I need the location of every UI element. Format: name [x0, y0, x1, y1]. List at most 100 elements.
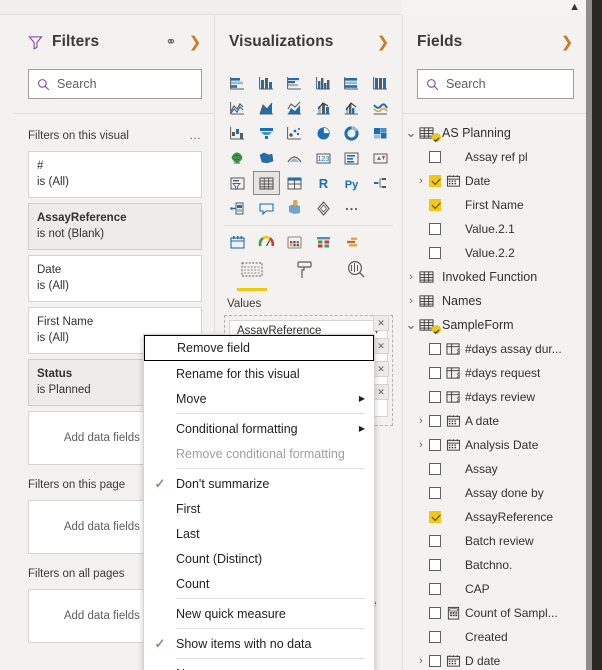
stacked-area-chart-icon[interactable]	[281, 96, 309, 120]
line-clustered-column-chart-icon[interactable]	[338, 96, 366, 120]
fields-field-row[interactable]: Count of Sampl...	[403, 601, 586, 625]
fields-field-row[interactable]: › Date	[403, 169, 586, 193]
close-icon[interactable]: ✕	[373, 338, 389, 354]
fields-field-row[interactable]: Value.2.1	[403, 217, 586, 241]
stacked-bar-chart-icon[interactable]	[224, 71, 252, 95]
menu-item[interactable]: ✓ Don't summarize	[144, 471, 374, 496]
fields-field-row[interactable]: Σ #days assay dur...	[403, 337, 586, 361]
menu-item[interactable]: ✓ Show items with no data	[144, 631, 374, 656]
menu-item[interactable]: First	[144, 496, 374, 521]
menu-item[interactable]: Last	[144, 521, 374, 546]
fields-field-row[interactable]: › D date	[403, 649, 586, 670]
line-stacked-column-chart-icon[interactable]	[310, 96, 338, 120]
tab-analytics[interactable]	[341, 260, 371, 291]
chevron-right-icon[interactable]: ›	[403, 265, 419, 289]
tab-fields[interactable]	[237, 260, 267, 291]
field-checkbox[interactable]	[429, 487, 441, 499]
map-icon[interactable]	[224, 146, 252, 170]
menu-item[interactable]: New group	[144, 661, 374, 670]
r-script-visual-icon[interactable]: R	[310, 171, 338, 195]
field-checkbox[interactable]	[429, 223, 441, 235]
fields-field-row[interactable]: AssayReference	[403, 505, 586, 529]
chevron-down-icon[interactable]: ⌄	[403, 316, 419, 334]
field-checkbox[interactable]	[429, 415, 441, 427]
filter-card[interactable]: # is (All)	[28, 151, 202, 198]
kpi-icon[interactable]	[367, 146, 395, 170]
fields-field-row[interactable]: › Analysis Date	[403, 433, 586, 457]
power-apps-icon[interactable]	[310, 196, 338, 220]
timeline-visual-icon[interactable]	[338, 230, 366, 254]
fields-table-row[interactable]: › Names	[403, 289, 586, 313]
field-checkbox[interactable]	[429, 559, 441, 571]
field-checkbox[interactable]	[429, 655, 441, 667]
fields-field-row[interactable]: First Name	[403, 193, 586, 217]
azure-map-icon[interactable]	[281, 196, 309, 220]
close-icon[interactable]: ✕	[373, 361, 389, 377]
fields-field-row[interactable]: Assay	[403, 457, 586, 481]
fields-table-row[interactable]: ⌄ AS Planning	[403, 121, 586, 145]
menu-item[interactable]: Move ▶	[144, 386, 374, 411]
field-checkbox[interactable]	[429, 439, 441, 451]
menu-item[interactable]: Rename for this visual	[144, 361, 374, 386]
fields-field-row[interactable]: Batch review	[403, 529, 586, 553]
field-checkbox[interactable]	[429, 151, 441, 163]
chevron-right-icon[interactable]: ›	[413, 649, 429, 670]
field-checkbox[interactable]	[429, 631, 441, 643]
menu-item[interactable]: New quick measure	[144, 601, 374, 626]
eye-icon[interactable]: ⚭	[162, 34, 180, 50]
area-chart-icon[interactable]	[253, 96, 281, 120]
pie-chart-icon[interactable]	[310, 121, 338, 145]
menu-item[interactable]: Count (Distinct)	[144, 546, 374, 571]
fields-table-row[interactable]: ⌄ SampleForm	[403, 313, 586, 337]
chevron-right-icon[interactable]: ❯	[186, 33, 204, 51]
menu-item[interactable]: Count	[144, 571, 374, 596]
decomposition-tree-icon[interactable]	[367, 171, 395, 195]
chevron-right-icon[interactable]: ❯	[558, 33, 576, 51]
field-checkbox[interactable]	[429, 247, 441, 259]
field-checkbox[interactable]	[429, 199, 441, 211]
filter-card[interactable]: Date is (All)	[28, 255, 202, 302]
field-checkbox[interactable]	[429, 607, 441, 619]
field-checkbox[interactable]	[429, 583, 441, 595]
fields-field-row[interactable]: Batchno.	[403, 553, 586, 577]
slicer-icon[interactable]	[224, 171, 252, 195]
field-checkbox[interactable]	[429, 391, 441, 403]
chiclet-slicer-icon[interactable]	[310, 230, 338, 254]
chevron-right-icon[interactable]: ›	[413, 433, 429, 457]
filter-card[interactable]: AssayReference is not (Blank)	[28, 203, 202, 250]
multi-row-card-icon[interactable]	[338, 146, 366, 170]
chevron-right-icon[interactable]: ›	[413, 409, 429, 433]
chevron-down-icon[interactable]: ⌄	[403, 124, 419, 142]
gauge-visual-icon[interactable]	[253, 230, 281, 254]
line-chart-icon[interactable]	[224, 96, 252, 120]
close-icon[interactable]: ✕	[373, 384, 389, 400]
chevron-up-icon[interactable]: ▲	[569, 2, 580, 13]
card-icon[interactable]: 123	[310, 146, 338, 170]
donut-chart-icon[interactable]	[338, 121, 366, 145]
hundred-percent-stacked-bar-chart-icon[interactable]	[338, 71, 366, 95]
calendar-grid-visual-icon[interactable]	[281, 230, 309, 254]
filled-map-icon[interactable]	[253, 146, 281, 170]
menu-item[interactable]: Conditional formatting ▶	[144, 416, 374, 441]
field-checkbox[interactable]	[429, 463, 441, 475]
chevron-right-icon[interactable]: ›	[403, 289, 419, 313]
table-icon[interactable]	[252, 171, 280, 195]
fields-field-row[interactable]: Σ #days request	[403, 361, 586, 385]
chevron-right-icon[interactable]: ❯	[374, 33, 392, 51]
fields-field-row[interactable]: Σ #days review	[403, 385, 586, 409]
fields-table-row[interactable]: › Invoked Function	[403, 265, 586, 289]
fields-field-row[interactable]: Assay done by	[403, 481, 586, 505]
filters-search-input[interactable]: Search	[28, 69, 202, 99]
chevron-right-icon[interactable]: ›	[413, 169, 429, 193]
field-checkbox[interactable]	[429, 175, 441, 187]
stacked-column-chart-icon[interactable]	[253, 71, 281, 95]
close-icon[interactable]: ✕	[373, 315, 389, 331]
field-checkbox[interactable]	[429, 343, 441, 355]
key-influencers-icon[interactable]	[224, 196, 252, 220]
calendar-visual-icon[interactable]	[224, 230, 252, 254]
field-checkbox[interactable]	[429, 367, 441, 379]
ribbon-chart-icon[interactable]	[367, 96, 395, 120]
more-options-icon[interactable]	[338, 196, 366, 220]
treemap-icon[interactable]	[367, 121, 395, 145]
scatter-chart-icon[interactable]	[281, 121, 309, 145]
